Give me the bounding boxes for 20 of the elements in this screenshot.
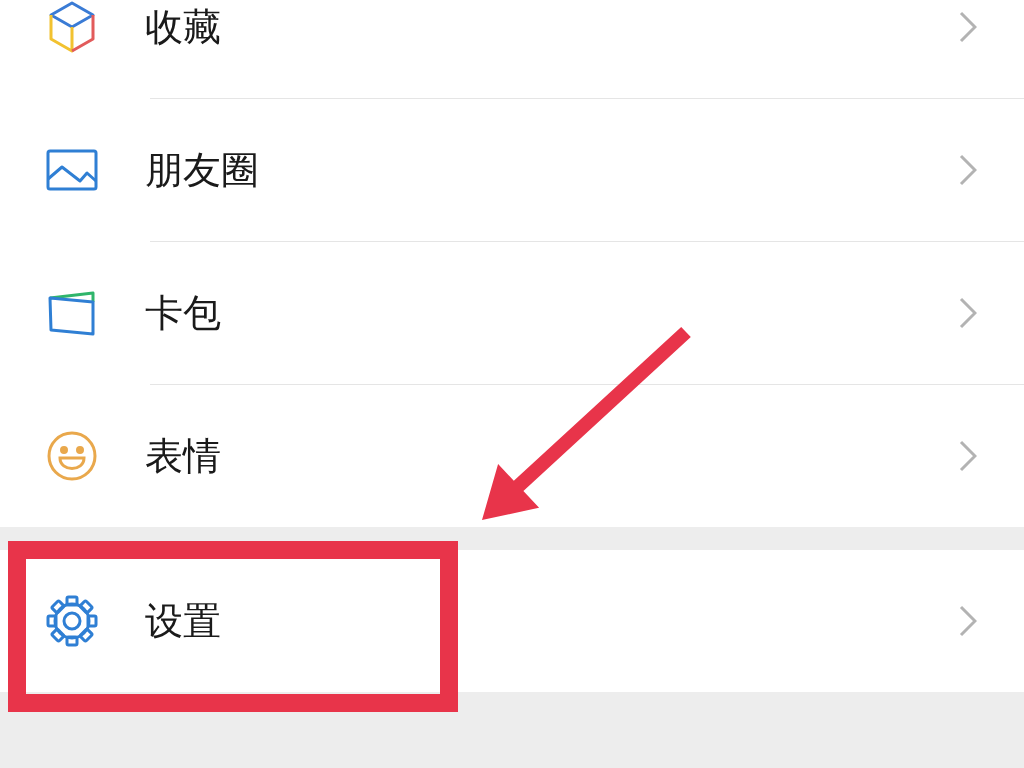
smiley-icon (46, 430, 98, 482)
menu-item[interactable]: 朋友圈 (0, 99, 1024, 241)
menu-label: 朋友圈 (145, 146, 260, 194)
settings-icon (46, 595, 98, 647)
menu-label: 收藏 (145, 3, 222, 51)
chevron-icon (959, 154, 977, 186)
menu-label: 卡包 (145, 289, 222, 337)
menu-item[interactable]: 收藏 (0, 0, 1024, 98)
chevron-icon (959, 297, 977, 329)
chevron-icon (959, 440, 977, 472)
menu-label: 表情 (145, 432, 222, 480)
menu-item[interactable]: 表情 (0, 385, 1024, 527)
menu-item[interactable]: 设置 (0, 550, 1024, 692)
image-icon (46, 149, 98, 191)
cube-icon (47, 0, 97, 54)
menu-label: 设置 (145, 597, 222, 645)
wallet-icon (47, 290, 97, 336)
menu-item[interactable]: 卡包 (0, 242, 1024, 384)
chevron-icon (959, 11, 977, 43)
chevron-icon (959, 605, 977, 637)
